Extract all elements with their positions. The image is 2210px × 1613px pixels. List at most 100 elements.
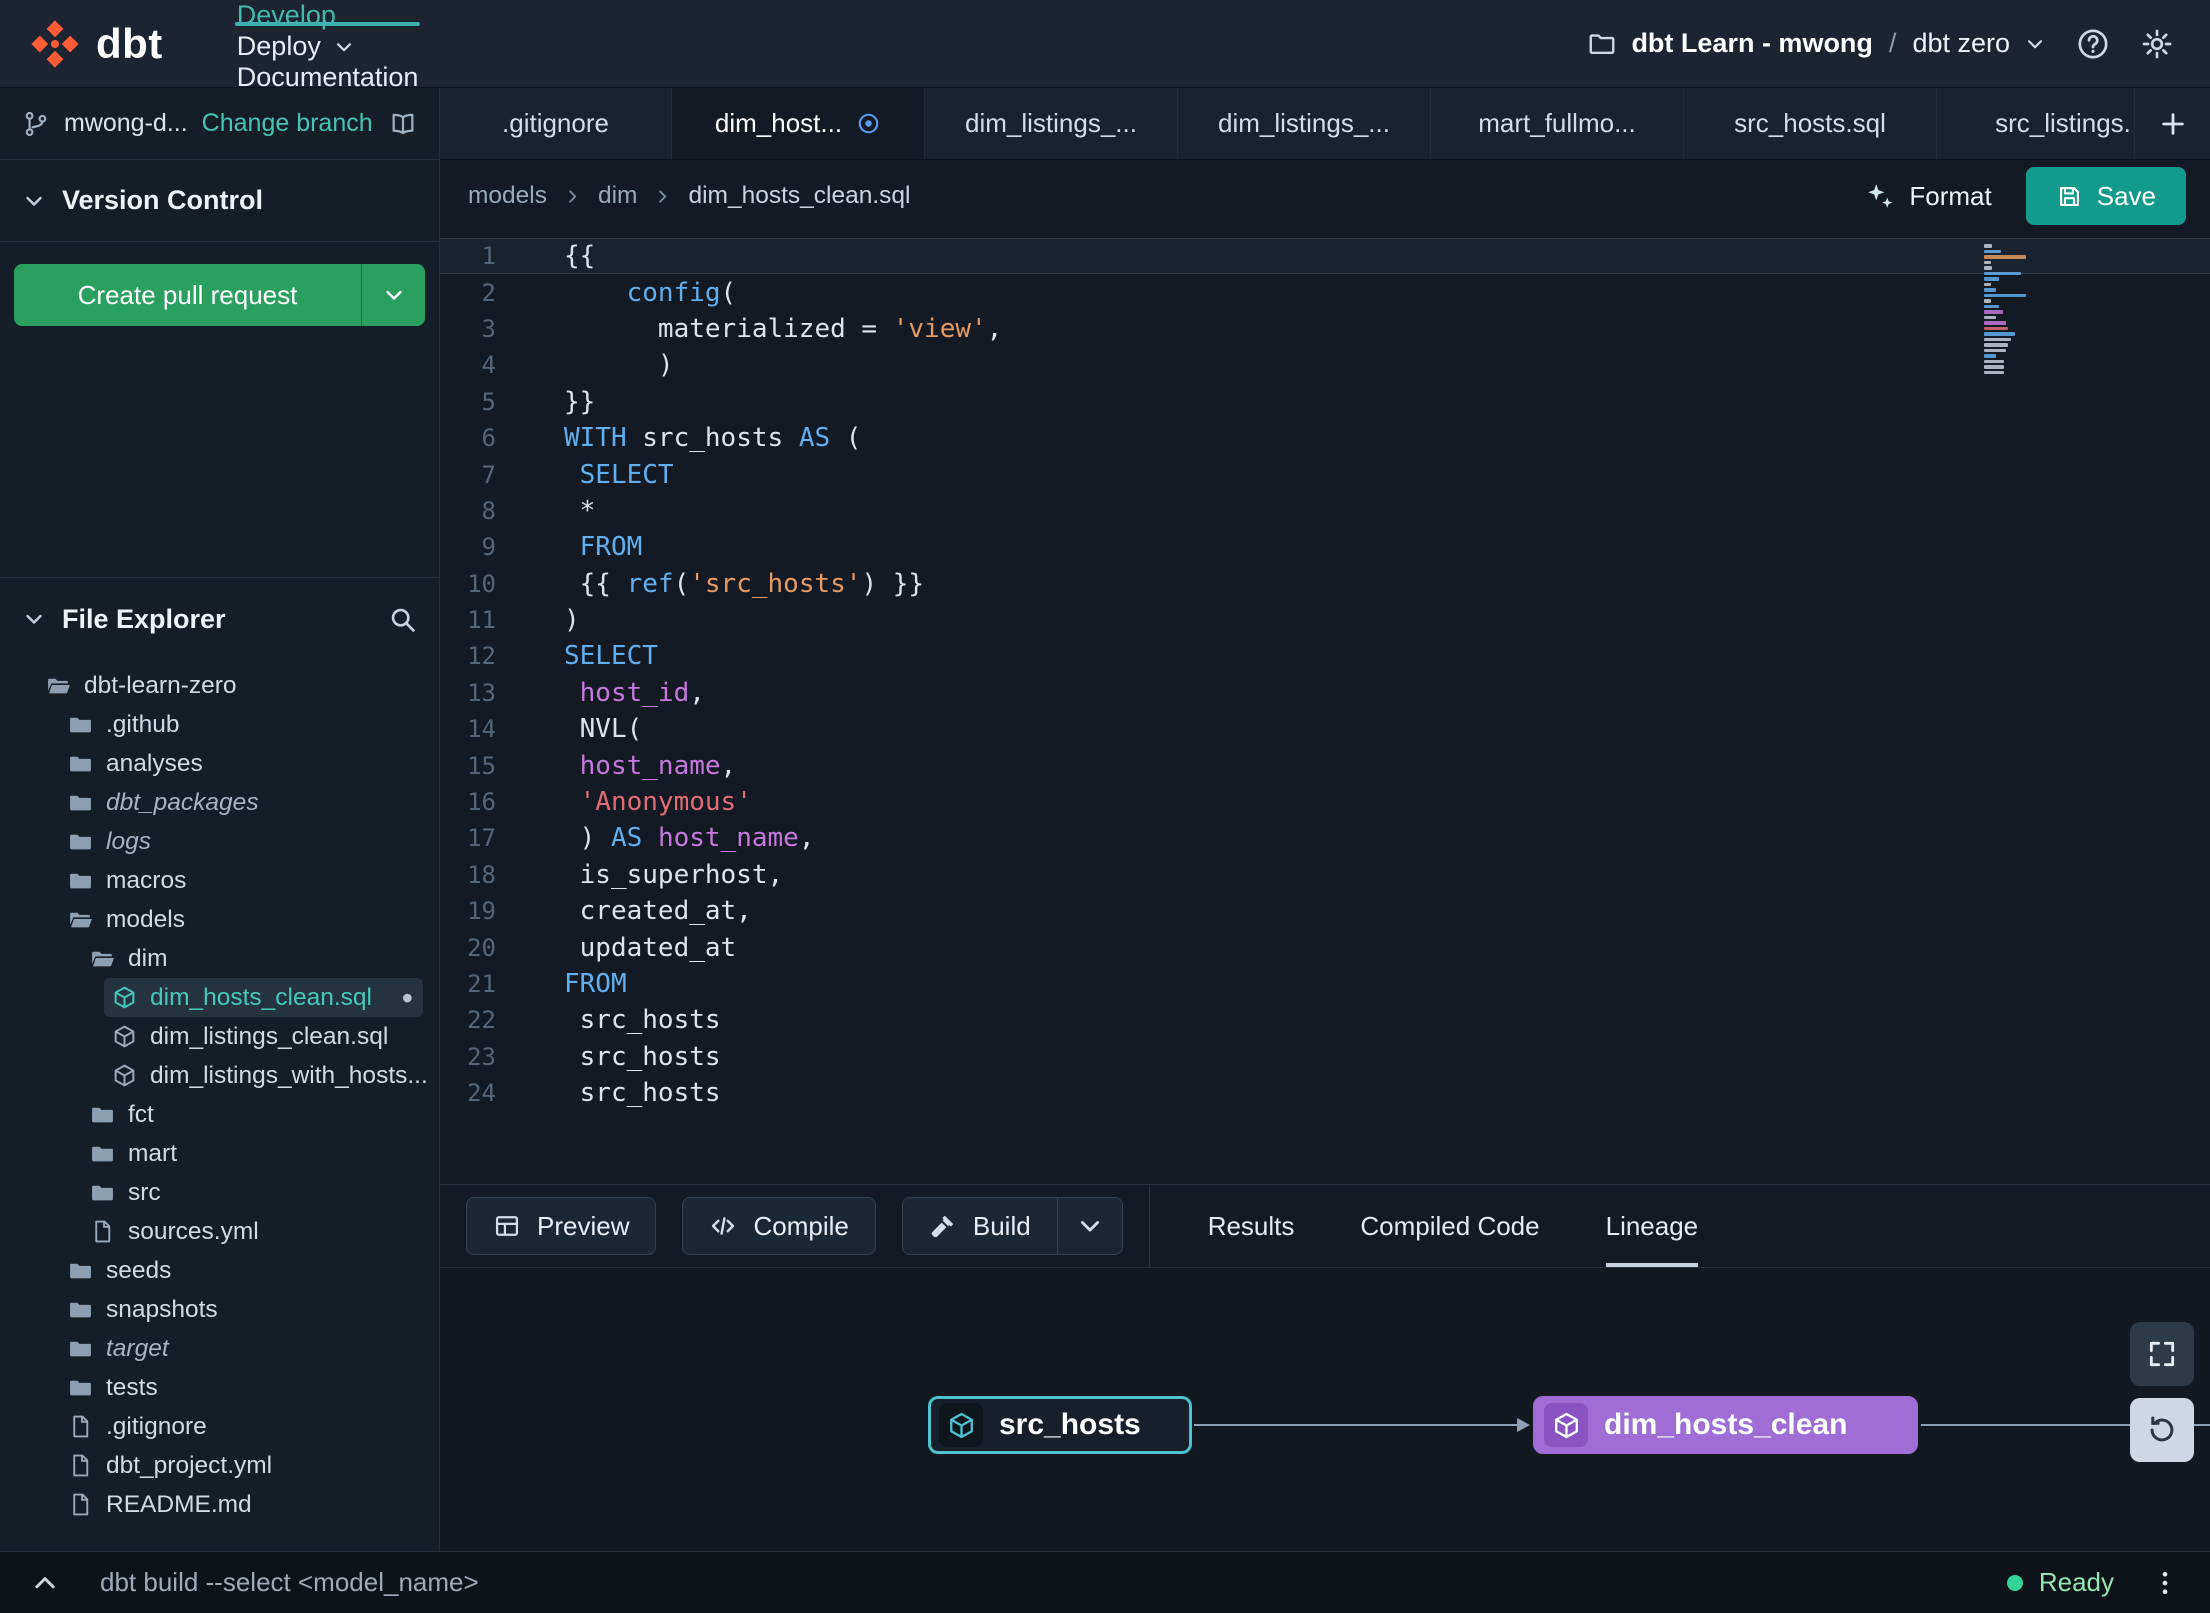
collapse-panel-button[interactable] (30, 1568, 60, 1598)
folder-icon (68, 790, 93, 815)
tree-item-dim-listings-clean-sql[interactable]: dim_listings_clean.sql (104, 1017, 423, 1056)
tree-item-models[interactable]: models (60, 900, 423, 939)
create-pull-request-button[interactable]: Create pull request (14, 264, 361, 326)
tree-item-label: dbt_project.yml (106, 1451, 273, 1479)
build-dropdown[interactable] (1056, 1198, 1122, 1254)
help-icon[interactable] (2076, 27, 2110, 61)
tree-item-label: analyses (106, 749, 203, 777)
breadcrumb-dim-hosts-clean-sql[interactable]: dim_hosts_clean.sql (688, 182, 910, 210)
line-number: 2 (481, 278, 496, 307)
file-explorer-header[interactable]: File Explorer (0, 578, 439, 660)
tree-item-analyses[interactable]: analyses (60, 744, 423, 783)
tree-item-macros[interactable]: macros (60, 861, 423, 900)
tree-item-seeds[interactable]: seeds (60, 1251, 423, 1290)
tab-dim-listings[interactable]: dim_listings_... (925, 88, 1178, 159)
tree-item-logs[interactable]: logs (60, 822, 423, 861)
tab-dim-listings[interactable]: dim_listings_... (1178, 88, 1431, 159)
tree-item-label: snapshots (106, 1295, 218, 1323)
search-icon[interactable] (388, 605, 417, 634)
tree-item-fct[interactable]: fct (82, 1095, 423, 1134)
lineage-node-dim-hosts-clean[interactable]: dim_hosts_clean (1533, 1396, 1918, 1454)
lineage-canvas[interactable]: src_hostsdim_hosts_cleandim_listings_wit… (440, 1268, 2210, 1551)
minimap[interactable] (1984, 244, 2042, 374)
panel-tab-lineage[interactable]: Lineage (1605, 1185, 1699, 1267)
tree-item-dim[interactable]: dim (82, 939, 423, 978)
tree-item-sources-yml[interactable]: sources.yml (82, 1212, 423, 1251)
tree-item-dim-hosts-clean-sql[interactable]: dim_hosts_clean.sql • (104, 978, 423, 1017)
code-line-3[interactable]: 3 materialized = 'view', (440, 311, 2210, 347)
code-line-24[interactable]: 24 src_hosts (440, 1075, 2210, 1111)
lineage-node-src-hosts[interactable]: src_hosts (928, 1396, 1192, 1454)
reset-view-button[interactable] (2130, 1398, 2194, 1462)
code-line-6[interactable]: 6 WITH src_hosts AS ( (440, 420, 2210, 456)
tree-item-dbt-packages[interactable]: dbt_packages (60, 783, 423, 822)
code-line-4[interactable]: 4 ) (440, 347, 2210, 383)
code-line-17[interactable]: 17 ) AS host_name, (440, 820, 2210, 856)
code-line-11[interactable]: 11) (440, 602, 2210, 638)
tree-item-tests[interactable]: tests (60, 1368, 423, 1407)
code-line-12[interactable]: 12 SELECT (440, 638, 2210, 674)
code-line-5[interactable]: 5}} (440, 384, 2210, 420)
code-line-15[interactable]: 15 host_name, (440, 747, 2210, 783)
tree-item-dim-listings-with-hosts[interactable]: dim_listings_with_hosts... (104, 1056, 428, 1095)
change-branch-link[interactable]: Change branch (202, 109, 373, 138)
code-line-13[interactable]: 13 host_id, (440, 675, 2210, 711)
code-line-20[interactable]: 20 updated_at (440, 929, 2210, 965)
nav-item-develop[interactable]: Develop (207, 0, 449, 31)
panel-tab-compiled-code[interactable]: Compiled Code (1360, 1185, 1539, 1267)
code-line-2[interactable]: 2 config( (440, 274, 2210, 310)
minimap-line (1984, 310, 2003, 314)
book-icon[interactable] (389, 110, 417, 138)
tree-item-mart[interactable]: mart (82, 1134, 423, 1173)
fullscreen-button[interactable] (2130, 1322, 2194, 1386)
nav-item-deploy[interactable]: Deploy (207, 31, 449, 62)
preview-button[interactable]: Preview (466, 1197, 657, 1255)
tree-item-target[interactable]: target (60, 1329, 423, 1368)
nav-item-documentation[interactable]: Documentation (207, 62, 449, 93)
panel-tab-results[interactable]: Results (1208, 1185, 1295, 1267)
code-line-7[interactable]: 7 SELECT (440, 456, 2210, 492)
code-line-21[interactable]: 21 FROM (440, 966, 2210, 1002)
format-button[interactable]: Format (1865, 181, 1992, 212)
code-icon (709, 1212, 737, 1240)
code-line-14[interactable]: 14 NVL( (440, 711, 2210, 747)
project-selector[interactable]: dbt Learn - mwong / dbt zero (1587, 28, 2046, 59)
panel-buttons: Preview Compile Build (440, 1185, 1149, 1267)
code-line-1[interactable]: 1{{ (440, 238, 2210, 275)
code-line-18[interactable]: 18 is_superhost, (440, 857, 2210, 893)
tab-mart-fullmo[interactable]: mart_fullmo... (1431, 88, 1684, 159)
tree-item-dbt-learn-zero[interactable]: dbt-learn-zero (38, 666, 423, 705)
tree-item-src[interactable]: src (82, 1173, 423, 1212)
tree-item-gitignore[interactable]: .gitignore (60, 1407, 423, 1446)
code-line-23[interactable]: 23 src_hosts (440, 1039, 2210, 1075)
version-control-header[interactable]: Version Control (0, 160, 439, 242)
tree-item-dbt-project-yml[interactable]: dbt_project.yml (60, 1446, 423, 1485)
cube-icon (112, 985, 137, 1010)
code-line-16[interactable]: 16 'Anonymous' (440, 784, 2210, 820)
new-tab-button[interactable] (2134, 88, 2210, 159)
code-line-22[interactable]: 22 src_hosts (440, 1002, 2210, 1038)
breadcrumb-dim[interactable]: dim (598, 182, 637, 210)
breadcrumb-models[interactable]: models (468, 182, 547, 210)
tree-item-snapshots[interactable]: snapshots (60, 1290, 423, 1329)
code-editor[interactable]: 1{{2 config(3 materialized = 'view', 4 ) 5… (440, 232, 2210, 1184)
tab-src-listings[interactable]: src_listings. (1937, 88, 2134, 159)
kebab-menu-icon[interactable] (2150, 1568, 2180, 1598)
create-pull-request-dropdown[interactable] (361, 264, 425, 326)
tab-src-hosts-sql[interactable]: src_hosts.sql (1684, 88, 1937, 159)
code-line-10[interactable]: 10 {{ ref('src_hosts') }} (440, 566, 2210, 602)
tab-gitignore[interactable]: .gitignore (440, 88, 672, 159)
save-button[interactable]: Save (2025, 167, 2186, 225)
build-button[interactable]: Build (901, 1197, 1123, 1255)
tree-item-readme-md[interactable]: README.md (60, 1485, 423, 1524)
code-line-8[interactable]: 8 * (440, 493, 2210, 529)
command-prompt[interactable]: dbt build --select <model_name> (100, 1567, 479, 1598)
tab-dim-host[interactable]: dim_host... (672, 88, 925, 159)
gear-icon[interactable] (2140, 27, 2174, 61)
code-line-19[interactable]: 19 created_at, (440, 893, 2210, 929)
code-line-9[interactable]: 9 FROM (440, 529, 2210, 565)
compile-button[interactable]: Compile (682, 1197, 876, 1255)
branch-name: mwong-d... (64, 109, 188, 137)
dbt-logo[interactable]: dbt (28, 0, 163, 87)
tree-item-github[interactable]: .github (60, 705, 423, 744)
